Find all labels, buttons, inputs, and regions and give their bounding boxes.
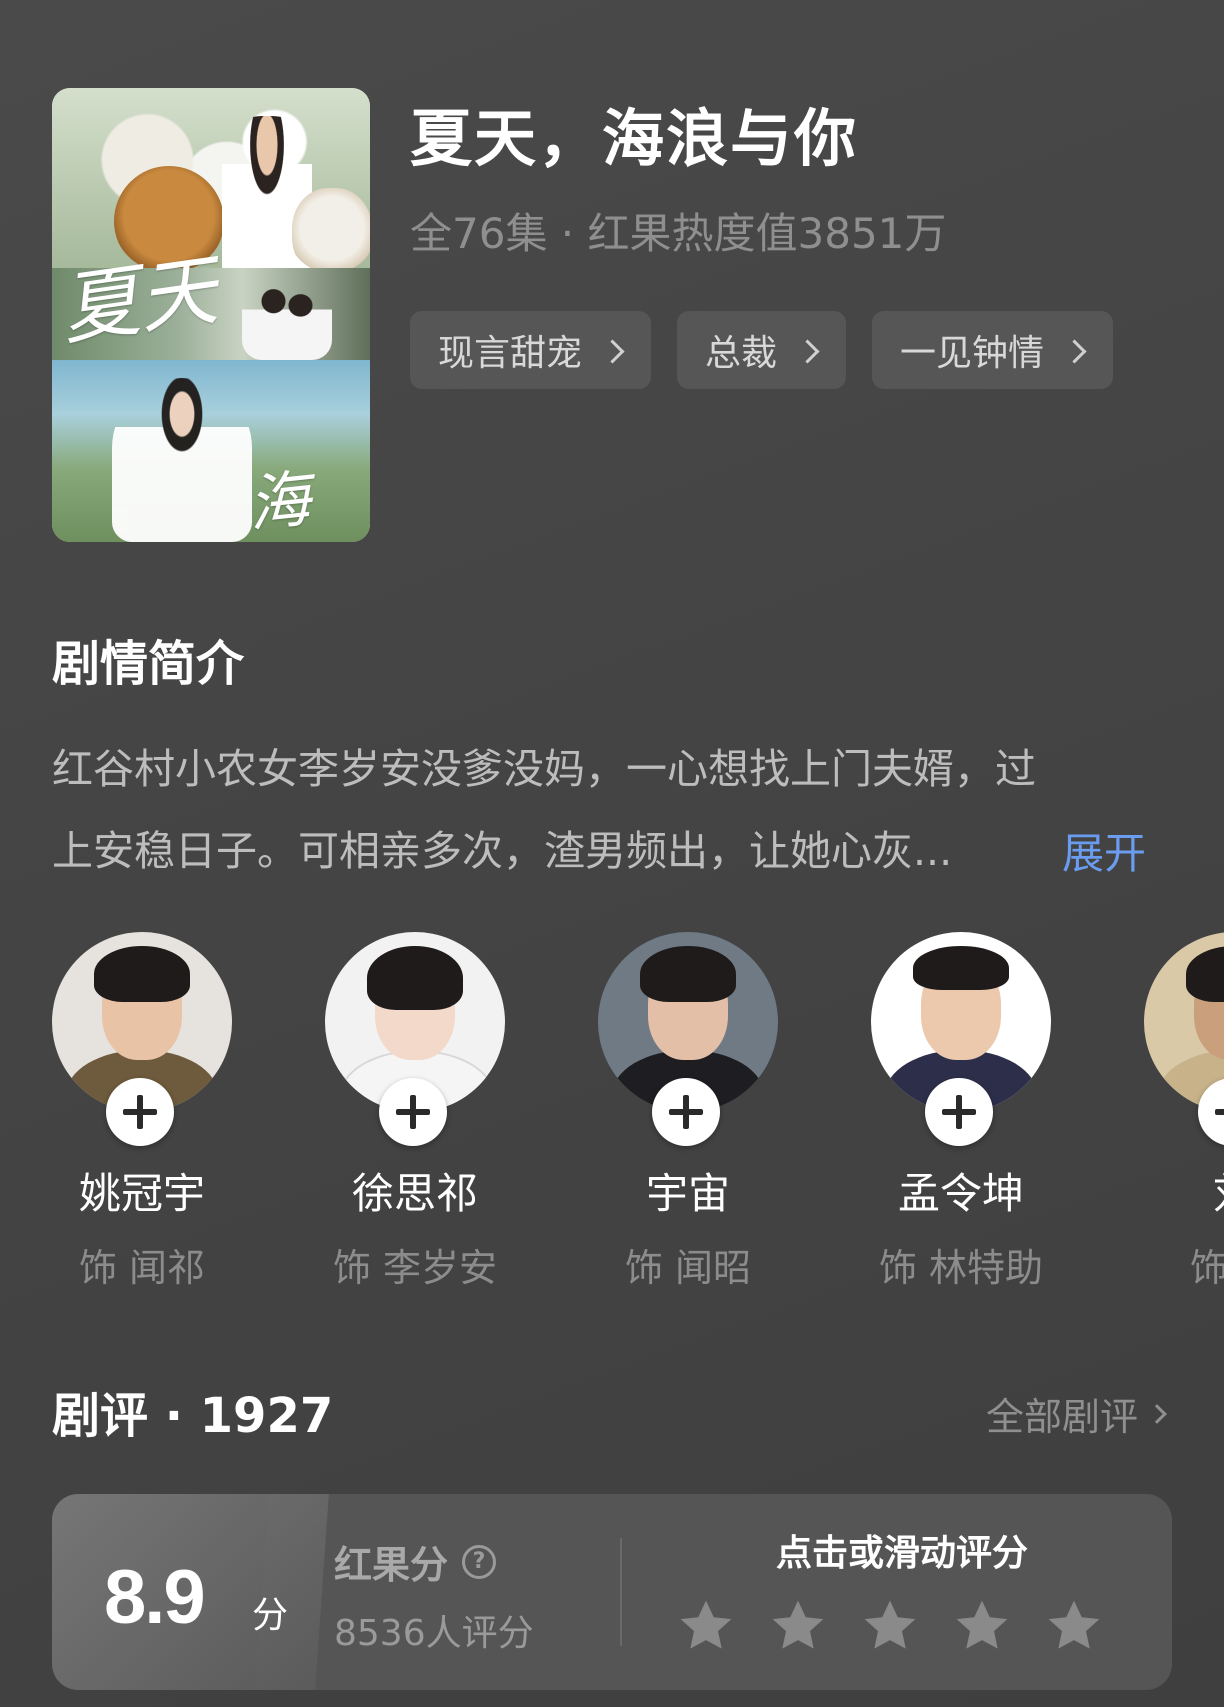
plus-icon[interactable]	[652, 1078, 720, 1146]
avatar-hair	[94, 946, 190, 1002]
star-icon[interactable]	[1042, 1594, 1106, 1658]
tag-label: 现言甜宠	[438, 333, 583, 374]
actor-role: 饰 闻昭	[624, 1246, 752, 1290]
synopsis-heading: 剧情简介	[52, 636, 245, 692]
synopsis-line: 红谷村小农女李岁安没爹没妈，一心想找上门夫婿，过	[52, 745, 1036, 793]
divider	[620, 1538, 622, 1646]
all-reviews-label: 全部剧评	[985, 1395, 1138, 1439]
actor-role: 饰 李岁安	[332, 1246, 498, 1290]
drama-poster[interactable]: 夏天 海浪	[52, 88, 370, 542]
avatar-hair	[367, 946, 463, 1010]
actor-role: 饰 闻祁	[78, 1246, 206, 1290]
actor-name: 刘	[1144, 1160, 1224, 1221]
tag-label: 总裁	[705, 333, 778, 374]
poster-dog-white	[292, 188, 370, 278]
cast-member[interactable]: 刘 饰 婷	[1144, 932, 1224, 1292]
star-icon[interactable]	[674, 1594, 738, 1658]
cast-list[interactable]: 姚冠宇 饰 闻祁 徐思祁 饰 李岁安 宇宙 饰 闻昭 孟令坤 饰 林特助 饰	[52, 932, 1224, 1302]
rating-card: 8.9 分 红果分 ? 8536人评分 点击或滑动评分	[52, 1494, 1172, 1690]
plus-icon[interactable]	[379, 1078, 447, 1146]
poster-calligraphy-bottom: 海浪	[244, 462, 314, 542]
reviews-heading: 剧评 · 1927	[52, 1388, 334, 1444]
drama-title: 夏天，海浪与你	[410, 102, 859, 175]
score-label-text: 红果分	[334, 1543, 449, 1587]
rating-count: 8536人评分	[334, 1613, 534, 1654]
score-label: 红果分 ?	[334, 1534, 497, 1589]
poster-actress-bride	[112, 378, 252, 542]
chevron-right-icon	[600, 338, 625, 364]
star-icon[interactable]	[950, 1594, 1014, 1658]
actor-name: 宇宙	[645, 1169, 730, 1218]
synopsis-text: 红谷村小农女李岁安没爹没妈，一心想找上门夫婿，过 上安稳日子。可相亲多次，渣男频…	[52, 728, 1162, 892]
avatar-hair	[913, 946, 1009, 990]
star-icon[interactable]	[766, 1594, 830, 1658]
genre-tags: 现言甜宠 总裁 一见钟情	[410, 311, 1114, 389]
chevron-right-icon	[1062, 338, 1087, 364]
actor-role: 饰 婷	[1189, 1246, 1224, 1290]
plus-icon[interactable]	[106, 1078, 174, 1146]
tag-button[interactable]: 总裁	[677, 311, 847, 389]
plus-icon[interactable]	[925, 1078, 993, 1146]
drama-meta: 全76集 · 红果热度值3851万	[410, 209, 947, 258]
cast-member[interactable]: 徐思祁 饰 李岁安	[325, 932, 505, 1292]
cast-member[interactable]: 孟令坤 饰 林特助	[871, 932, 1051, 1292]
poster-calligraphy-top: 夏天	[55, 245, 223, 357]
avatar-hair	[640, 946, 736, 1002]
star-rating[interactable]	[674, 1594, 1106, 1658]
star-icon[interactable]	[858, 1594, 922, 1658]
expand-link[interactable]: 展开	[1062, 820, 1146, 881]
actor-name: 姚冠宇	[78, 1169, 205, 1218]
chevron-right-icon	[1147, 1403, 1167, 1424]
actor-role: 饰 林特助	[878, 1246, 1044, 1290]
tag-label: 一见钟情	[900, 333, 1045, 374]
chevron-right-icon	[795, 338, 820, 364]
actor-name: 孟令坤	[897, 1169, 1024, 1218]
actor-name: 徐思祁	[351, 1169, 478, 1218]
score-value: 8.9	[104, 1555, 206, 1640]
synopsis-line: 上安稳日子。可相亲多次，渣男频出，让她心灰...	[52, 827, 953, 875]
cast-member[interactable]: 宇宙 饰 闻昭	[598, 932, 778, 1292]
rate-prompt: 点击或滑动评分	[775, 1533, 1028, 1574]
question-circle-icon[interactable]: ?	[462, 1544, 497, 1579]
tag-button[interactable]: 现言甜宠	[410, 311, 652, 389]
poster-couple	[242, 276, 332, 360]
score-unit: 分	[252, 1595, 289, 1636]
all-reviews-link[interactable]: 全部剧评	[985, 1386, 1167, 1441]
tag-button[interactable]: 一见钟情	[872, 311, 1114, 389]
avatar-hair	[1186, 946, 1224, 1002]
cast-member[interactable]: 姚冠宇 饰 闻祁	[52, 932, 232, 1292]
